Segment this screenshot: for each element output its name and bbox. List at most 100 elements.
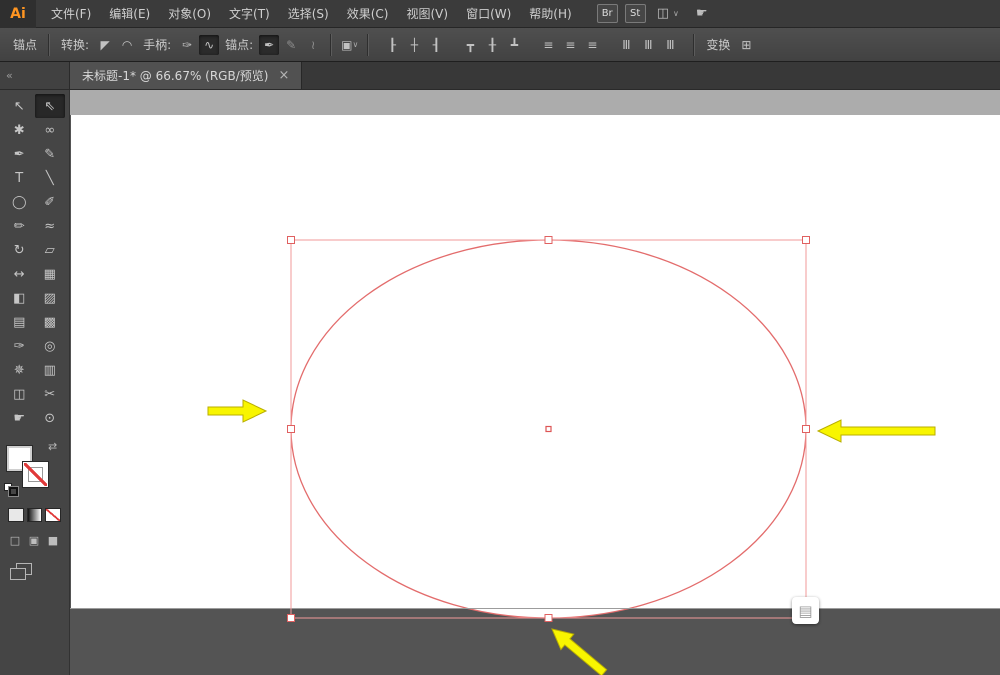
- line-segment-tool[interactable]: ╲: [35, 166, 66, 190]
- pen-tool[interactable]: ✒: [4, 142, 35, 166]
- mesh-tool[interactable]: ▤: [4, 310, 35, 334]
- eyedropper-tool[interactable]: ✑: [4, 334, 35, 358]
- document-tab-bar: « 未标题-1* @ 66.67% (RGB/预览) ×: [0, 62, 1000, 90]
- scale-tool[interactable]: ▱: [35, 238, 66, 262]
- selection-handle-top-center[interactable]: [544, 236, 553, 244]
- menu-type[interactable]: 文字(T): [220, 0, 279, 27]
- convert-to-corner-icon[interactable]: ◤: [95, 35, 115, 55]
- tools-panel: ↖ ⇖ ✱ ∞ ✒ ✎ T ╲ ◯ ✐ ✏ ≈ ↻ ▱ ↔ ▦ ◧ ▨ ▤ ▩ …: [0, 90, 70, 675]
- pencil-tool[interactable]: ✏: [4, 214, 35, 238]
- document-tab[interactable]: 未标题-1* @ 66.67% (RGB/预览) ×: [70, 62, 303, 89]
- show-handles-icon[interactable]: ✑: [177, 35, 197, 55]
- paintbrush-tool[interactable]: ✐: [35, 190, 66, 214]
- align-bottom-icon[interactable]: ┻: [504, 35, 524, 55]
- paint-style-row: [8, 508, 62, 522]
- ellipse-shape[interactable]: [290, 239, 807, 619]
- width-tool[interactable]: ↔: [4, 262, 35, 286]
- gradient-button[interactable]: [26, 508, 43, 522]
- annotation-arrow-right: [816, 419, 936, 443]
- selection-handle-bottom-center[interactable]: [544, 614, 553, 622]
- direct-selection-tool[interactable]: ⇖: [34, 94, 65, 118]
- swap-fill-stroke-icon[interactable]: ⇄: [48, 440, 57, 453]
- annotation-arrow-left: [207, 399, 268, 423]
- artboard-tool[interactable]: ◫: [4, 382, 35, 406]
- canvas-area[interactable]: ▤: [70, 90, 1000, 675]
- zoom-tool[interactable]: ⊙: [35, 406, 66, 430]
- document-windows-icon[interactable]: [10, 563, 34, 581]
- rotate-tool[interactable]: ↻: [4, 238, 35, 262]
- bridge-button[interactable]: Br: [596, 4, 618, 23]
- hide-handles-icon[interactable]: ∿: [199, 34, 220, 55]
- selection-handle-middle-right[interactable]: [802, 425, 810, 433]
- workspace-switcher[interactable]: ◫ ∨: [653, 6, 683, 21]
- context-label-anchor: 锚点: [13, 38, 38, 52]
- distribute-top-icon[interactable]: ≡: [538, 35, 558, 55]
- artboard-page-icon[interactable]: ▤: [792, 597, 819, 624]
- selection-handle-bottom-left[interactable]: [287, 614, 295, 622]
- distribute-center-icon[interactable]: Ⅲ: [638, 35, 658, 55]
- selection-tool[interactable]: ↖: [4, 94, 35, 118]
- gradient-tool[interactable]: ▩: [35, 310, 66, 334]
- blob-brush-tool[interactable]: ≈: [35, 214, 66, 238]
- constrain-proportions-icon[interactable]: ⊞: [736, 35, 756, 55]
- lasso-tool[interactable]: ∞: [35, 118, 66, 142]
- workspace-icon: ◫: [656, 6, 669, 21]
- distribute-bottom-icon[interactable]: ≡: [582, 35, 602, 55]
- distribute-middle-icon[interactable]: ≡: [560, 35, 580, 55]
- fullscreen-with-menu-icon[interactable]: ▣: [27, 534, 41, 547]
- fullscreen-mode-icon[interactable]: ■: [46, 534, 60, 547]
- stroke-swatch[interactable]: [23, 462, 48, 487]
- selection-handle-top-right[interactable]: [802, 236, 810, 244]
- toolbar-collapse-header[interactable]: «: [0, 62, 70, 89]
- align-horizontal-group: ┠ ┼ ┨: [381, 35, 447, 55]
- align-right-icon[interactable]: ┨: [426, 35, 446, 55]
- menu-view[interactable]: 视图(V): [397, 0, 457, 27]
- distribute-horizontal-group: Ⅲ Ⅲ Ⅲ: [615, 35, 681, 55]
- tab-close-icon[interactable]: ×: [278, 68, 289, 83]
- transform-panel-link[interactable]: 变换: [701, 36, 735, 53]
- align-middle-icon[interactable]: ╂: [482, 35, 502, 55]
- convert-to-smooth-icon[interactable]: ◠: [117, 35, 137, 55]
- stock-button[interactable]: St: [624, 4, 646, 23]
- collapse-double-arrow-icon: «: [6, 69, 13, 82]
- magic-wand-tool[interactable]: ✱: [4, 118, 35, 142]
- menu-select[interactable]: 选择(S): [279, 0, 338, 27]
- default-stroke-icon: [8, 486, 19, 497]
- menu-help[interactable]: 帮助(H): [520, 0, 580, 27]
- free-transform-tool[interactable]: ▦: [35, 262, 66, 286]
- hand-gesture-icon[interactable]: ☛: [696, 6, 708, 21]
- symbol-sprayer-tool[interactable]: ✵: [4, 358, 35, 382]
- distribute-left-icon[interactable]: Ⅲ: [616, 35, 636, 55]
- ellipse-tool[interactable]: ◯: [4, 190, 35, 214]
- menu-edit[interactable]: 编辑(E): [100, 0, 159, 27]
- default-swatches-icon[interactable]: [4, 483, 20, 497]
- slice-tool[interactable]: ✂: [35, 382, 66, 406]
- align-top-icon[interactable]: ┳: [460, 35, 480, 55]
- artboard-options-button[interactable]: ▣ ∨: [339, 35, 360, 55]
- align-center-icon[interactable]: ┼: [404, 35, 424, 55]
- shape-builder-tool[interactable]: ◧: [4, 286, 35, 310]
- remove-anchor-icon[interactable]: ✒: [259, 34, 280, 55]
- color-button[interactable]: [8, 508, 24, 522]
- selection-handle-middle-left[interactable]: [287, 425, 295, 433]
- perspective-grid-tool[interactable]: ▨: [35, 286, 66, 310]
- selection-handle-top-left[interactable]: [287, 236, 295, 244]
- cut-path-icon[interactable]: ≀: [303, 35, 323, 55]
- none-slash-icon: [24, 463, 47, 486]
- separator: [367, 33, 370, 56]
- menu-effect[interactable]: 效果(C): [338, 0, 398, 27]
- menu-file[interactable]: 文件(F): [42, 0, 100, 27]
- distribute-right-icon[interactable]: Ⅲ: [660, 35, 680, 55]
- column-graph-tool[interactable]: ▥: [35, 358, 66, 382]
- curvature-tool[interactable]: ✎: [35, 142, 66, 166]
- menu-object[interactable]: 对象(O): [159, 0, 220, 27]
- none-button[interactable]: [45, 508, 62, 522]
- add-anchor-icon[interactable]: ✎: [281, 35, 301, 55]
- align-left-icon[interactable]: ┠: [382, 35, 402, 55]
- hand-tool[interactable]: ☛: [4, 406, 35, 430]
- menu-window[interactable]: 窗口(W): [457, 0, 520, 27]
- blend-tool[interactable]: ◎: [35, 334, 66, 358]
- document-tab-title: 未标题-1* @ 66.67% (RGB/预览): [82, 69, 269, 83]
- normal-screen-mode-icon[interactable]: □: [8, 534, 22, 547]
- type-tool[interactable]: T: [4, 166, 35, 190]
